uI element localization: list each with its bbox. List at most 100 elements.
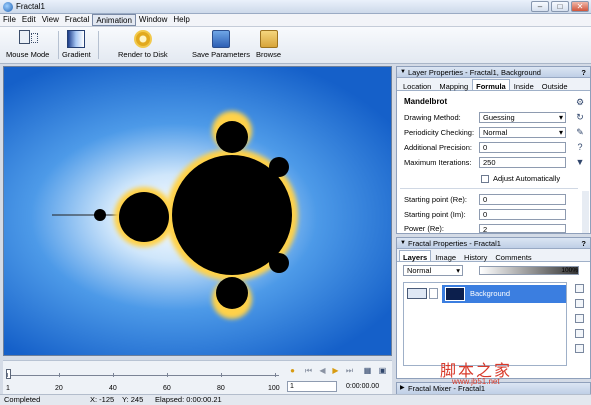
toolbar: Mouse Mode Gradient Render to Disk Save … xyxy=(0,27,591,64)
edit-icon[interactable]: ✎ xyxy=(575,127,585,137)
timeline-tick-label: 80 xyxy=(217,385,225,392)
collapse-icon[interactable]: ▼ xyxy=(400,238,406,249)
layer-properties-title: Layer Properties - Fractal1, Background xyxy=(408,68,541,77)
layer-properties-header[interactable]: ▼ Layer Properties - Fractal1, Backgroun… xyxy=(397,67,590,78)
properties-scrollbar[interactable] xyxy=(582,191,589,233)
blend-mode-select[interactable]: Normal xyxy=(403,265,463,276)
last-frame-icon[interactable]: ⏭ xyxy=(344,365,355,376)
render-to-disk-button[interactable]: Render to Disk xyxy=(118,30,168,59)
section-divider xyxy=(400,188,578,189)
timeline-tick-label: 20 xyxy=(55,385,63,392)
layer-name: Background xyxy=(470,289,511,298)
folder-icon xyxy=(259,30,278,48)
status-elapsed: Elapsed: 0:00:00.21 xyxy=(155,395,222,404)
starting-point-im-input[interactable]: 0 xyxy=(479,209,566,220)
formula-browse-icon[interactable]: ⚙ xyxy=(575,97,585,107)
question-icon[interactable]: ? xyxy=(575,142,585,152)
maximum-iterations-label: Maximum Iterations: xyxy=(404,158,472,167)
power-re-input[interactable]: 2 xyxy=(479,224,566,233)
tab-comments[interactable]: Comments xyxy=(491,250,535,262)
collapse-icon[interactable]: ▼ xyxy=(400,67,406,78)
help-icon[interactable]: ? xyxy=(581,238,586,249)
layer-thumbnail xyxy=(445,287,465,301)
help-icon[interactable]: ? xyxy=(581,67,586,78)
tab-history[interactable]: History xyxy=(460,250,491,262)
save-parameters-label: Save Parameters xyxy=(192,50,250,59)
tab-layers[interactable]: Layers xyxy=(399,250,432,262)
tab-outside[interactable]: Outside xyxy=(538,79,572,91)
mouse-mode-icon xyxy=(18,30,38,48)
layer-row[interactable]: Background xyxy=(404,285,566,303)
timeline-track[interactable] xyxy=(7,375,279,376)
layer-properties-panel: ▼ Layer Properties - Fractal1, Backgroun… xyxy=(396,66,591,234)
mouse-mode-button[interactable]: Mouse Mode xyxy=(6,30,49,59)
play-icon[interactable]: ▶ xyxy=(330,365,341,376)
menu-window[interactable]: Window xyxy=(136,14,170,26)
formula-tab-content: Mandelbrot ⚙ Drawing Method: Guessing ↻ … xyxy=(397,91,590,234)
additional-precision-input[interactable]: 0 xyxy=(479,142,566,153)
layer-lock-icon[interactable] xyxy=(429,288,438,299)
menu-help[interactable]: Help xyxy=(170,14,192,26)
save-parameters-button[interactable]: Save Parameters xyxy=(192,30,250,59)
tab-mapping[interactable]: Mapping xyxy=(435,79,472,91)
starting-point-re-input[interactable]: 0 xyxy=(479,194,566,205)
tab-inside[interactable]: Inside xyxy=(510,79,538,91)
toolbar-separator xyxy=(98,31,99,59)
record-icon[interactable]: ● xyxy=(287,365,298,376)
close-button[interactable]: ✕ xyxy=(571,1,589,12)
tab-location[interactable]: Location xyxy=(399,79,435,91)
previous-frame-icon[interactable]: ◀ xyxy=(317,365,328,376)
timeline-tick xyxy=(7,373,8,377)
timeline-tick xyxy=(167,373,168,377)
menu-file[interactable]: File xyxy=(0,14,19,26)
frame-number-input[interactable]: 1 xyxy=(287,381,337,392)
opacity-slider[interactable]: 100% xyxy=(479,266,579,275)
formula-name: Mandelbrot xyxy=(404,97,448,106)
edit-keyframes-icon[interactable]: ▣ xyxy=(377,365,388,376)
fractal-canvas[interactable] xyxy=(3,66,392,356)
browse-button[interactable]: Browse xyxy=(256,30,281,59)
drawing-method-select[interactable]: Guessing xyxy=(479,112,566,123)
gradient-button[interactable]: Gradient xyxy=(62,30,91,59)
status-x: X: -125 xyxy=(90,395,115,404)
new-layer-icon[interactable] xyxy=(575,284,584,293)
fractal-properties-header[interactable]: ▼ Fractal Properties - Fractal1 ? xyxy=(397,238,590,249)
maximum-iterations-input[interactable]: 250 xyxy=(479,157,566,168)
move-layer-icon[interactable] xyxy=(575,314,584,323)
merge-layer-icon[interactable] xyxy=(575,329,584,338)
expand-icon[interactable]: ▶ xyxy=(400,383,405,394)
maximize-button[interactable]: □ xyxy=(551,1,569,12)
mouse-mode-label: Mouse Mode xyxy=(6,50,50,59)
toolbar-separator xyxy=(58,31,59,59)
status-y: Y: 245 xyxy=(122,395,144,404)
tab-image[interactable]: Image xyxy=(431,250,460,262)
adjust-automatically-checkbox[interactable] xyxy=(481,175,489,183)
starting-point-im-label: Starting point (Im): xyxy=(404,210,466,219)
tab-formula[interactable]: Formula xyxy=(472,79,510,91)
layers-list: Background xyxy=(403,282,567,366)
first-frame-icon[interactable]: ⏮ xyxy=(303,365,314,376)
expand-icon[interactable]: ▼ xyxy=(575,157,585,167)
periodicity-checking-select[interactable]: Normal xyxy=(479,127,566,138)
timeline-tick-label: 100 xyxy=(268,385,280,392)
periodicity-checking-label: Periodicity Checking: xyxy=(404,128,475,137)
timeline-tick xyxy=(113,373,114,377)
menu-edit[interactable]: Edit xyxy=(19,14,39,26)
timeline-tick-label: 60 xyxy=(163,385,171,392)
save-parameters-icon xyxy=(211,30,230,48)
delete-layer-icon[interactable] xyxy=(575,344,584,353)
adjust-automatically-label: Adjust Automatically xyxy=(493,174,561,183)
duplicate-layer-icon[interactable] xyxy=(575,299,584,308)
menu-view[interactable]: View xyxy=(39,14,62,26)
minimize-button[interactable]: – xyxy=(531,1,549,12)
drawing-method-label: Drawing Method: xyxy=(404,113,461,122)
menu-animation[interactable]: Animation xyxy=(92,14,136,26)
reset-icon[interactable]: ↻ xyxy=(575,112,585,122)
render-animation-icon[interactable]: ▦ xyxy=(362,365,373,376)
animation-timeline: 1 20 40 60 80 100 ● ⏮ ◀ ▶ ⏭ ▦ ▣ 1 0:00:0… xyxy=(3,360,392,394)
timeline-tick-label: 1 xyxy=(6,385,10,392)
gradient-label: Gradient xyxy=(62,50,91,59)
menu-fractal[interactable]: Fractal xyxy=(62,14,92,26)
layer-visibility-icon[interactable] xyxy=(407,288,427,299)
render-to-disk-label: Render to Disk xyxy=(118,50,168,59)
